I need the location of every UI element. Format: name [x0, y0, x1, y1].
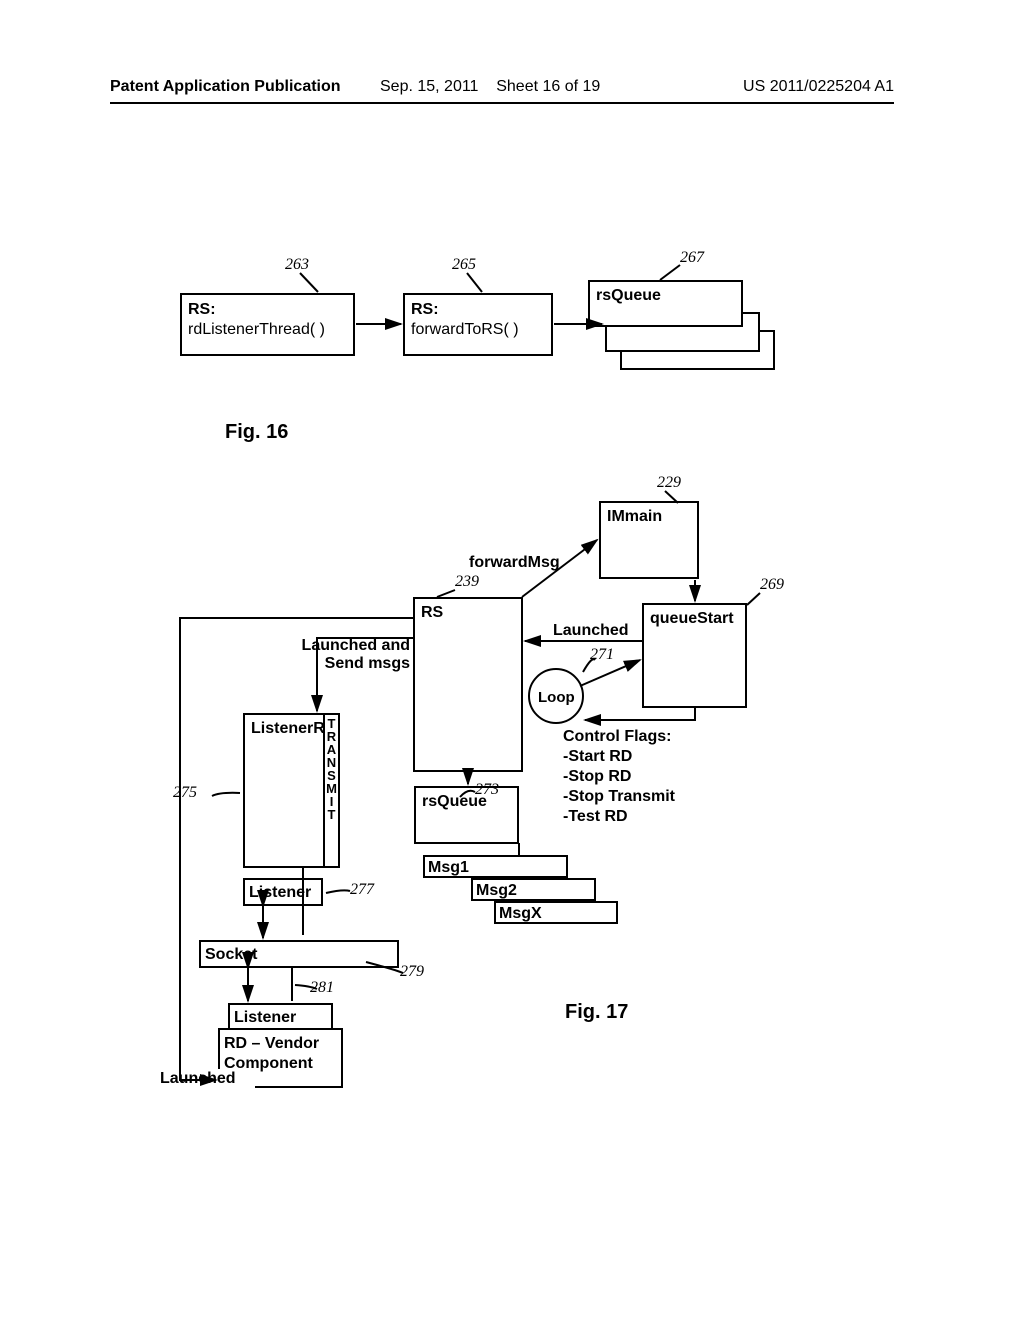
fig17-ref-281: 281	[310, 978, 334, 997]
fig17-ref-273: 273	[475, 780, 499, 799]
fig17-msg1-label: Msg1	[428, 858, 469, 877]
fig16-box2-line2: forwardToRS( )	[411, 320, 519, 339]
page: Patent Application Publication Sep. 15, …	[0, 0, 1024, 1320]
fig17-ctrl-2: -Stop RD	[563, 767, 631, 786]
fig16-box3-label: rsQueue	[596, 286, 661, 305]
fig17-socket-label: Socket	[205, 945, 257, 964]
fig17-box-socket: Socket	[199, 940, 399, 968]
fig16-box-rs-forward: RS: forwardToRS( )	[403, 293, 553, 356]
fig16-box1-line2: rdListenerThread( )	[188, 320, 325, 339]
fig17-ref-239: 239	[455, 572, 479, 591]
header-center: Sep. 15, 2011 Sheet 16 of 19	[380, 78, 600, 96]
fig16-caption: Fig. 16	[225, 420, 288, 444]
fig17-msgx-label: MsgX	[499, 904, 542, 923]
fig17-ref-279: 279	[400, 962, 424, 981]
svg-text:Loop: Loop	[538, 689, 575, 706]
fig17-ref-271: 271	[590, 645, 614, 664]
header-pubno: US 2011/0225204 A1	[743, 78, 894, 96]
fig17-rs-label: RS	[421, 603, 443, 622]
fig17-box-msg1: Msg1	[423, 855, 568, 878]
header-sheet: Sheet 16 of 19	[496, 78, 600, 95]
fig17-listener2-label: Listener	[234, 1008, 296, 1027]
fig17-ref-275: 275	[173, 783, 197, 802]
fig17-ctrl-1: -Start RD	[563, 747, 632, 766]
fig17-box-listener2: Listener	[228, 1003, 333, 1031]
fig17-ctrl-title: Control Flags:	[563, 727, 671, 746]
fig17-msg2-label: Msg2	[476, 881, 517, 900]
fig17-box-msgx: MsgX	[494, 901, 618, 924]
fig17-ctrl-3: -Stop Transmit	[563, 787, 675, 806]
fig16-box1-line1: RS:	[188, 300, 216, 319]
fig17-ref-229: 229	[657, 473, 681, 492]
fig17-launched-label: Launched	[553, 621, 629, 640]
fig17-ref-277: 277	[350, 880, 374, 899]
fig16-box-rsqueue: rsQueue	[588, 280, 743, 327]
fig17-launchedsend-l1: Launched and	[298, 636, 410, 655]
fig17-box-queuestart: queueStart	[642, 603, 747, 708]
fig16-box2-line1: RS:	[411, 300, 439, 319]
fig16-ref-263: 263	[285, 255, 309, 274]
fig17-box-listener1: Listener	[243, 878, 323, 906]
fig17-launchedsend-l2: Send msgs	[298, 654, 410, 673]
fig17-transmit-label: TRANSMIT	[324, 716, 339, 820]
fig16-ref-267: 267	[680, 248, 704, 267]
fig16-ref-265: 265	[452, 255, 476, 274]
header-left: Patent Application Publication	[110, 78, 341, 96]
fig17-caption: Fig. 17	[565, 1000, 628, 1024]
fig17-box-rs: RS	[413, 597, 523, 772]
fig17-ctrl-4: -Test RD	[563, 807, 628, 826]
fig17-launched2-wrap: Launched	[160, 1069, 255, 1093]
fig17-rd-l1: RD – Vendor	[224, 1034, 319, 1053]
fig17-forwardmsg-label: forwardMsg	[469, 553, 560, 572]
fig17-box-msg2: Msg2	[471, 878, 596, 901]
fig17-launched2-label: Launched	[160, 1069, 236, 1088]
fig17-listener1-label: Listener	[249, 883, 311, 902]
fig16-box-rs-listener-thread: RS: rdListenerThread( )	[180, 293, 355, 356]
fig17-queuestart-label: queueStart	[650, 609, 734, 628]
fig17-immain-label: IMmain	[607, 507, 662, 526]
fig17-box-rsqueue: rsQueue	[414, 786, 519, 844]
fig17-ref-269: 269	[760, 575, 784, 594]
page-header: Patent Application Publication Sep. 15, …	[110, 80, 894, 104]
header-date: Sep. 15, 2011	[380, 78, 478, 95]
fig17-box-immain: IMmain	[599, 501, 699, 579]
